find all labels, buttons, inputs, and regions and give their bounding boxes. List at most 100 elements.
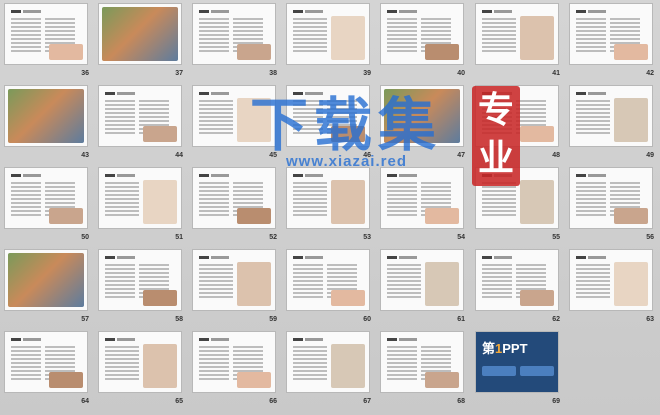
text-line xyxy=(293,362,327,364)
text-line xyxy=(421,22,451,24)
slide-thumbnail[interactable] xyxy=(381,250,463,310)
text-line xyxy=(576,280,610,282)
slide-illustration xyxy=(520,290,554,306)
text-line xyxy=(610,38,640,40)
slide-thumbnail[interactable] xyxy=(381,4,463,64)
text-line xyxy=(293,296,323,298)
text-line xyxy=(516,108,546,110)
text-line xyxy=(576,18,606,20)
text-line xyxy=(233,202,263,204)
slide-thumbnail[interactable] xyxy=(193,332,275,392)
text-line xyxy=(610,182,640,184)
slide-thumbnail[interactable] xyxy=(5,86,87,146)
text-line xyxy=(139,116,169,118)
text-line xyxy=(293,198,327,200)
text-line xyxy=(576,296,610,298)
slide-thumbnail[interactable] xyxy=(570,4,652,64)
slide-thumbnail[interactable] xyxy=(287,250,369,310)
slide-thumbnail[interactable] xyxy=(99,4,181,64)
text-line xyxy=(421,202,451,204)
text-line xyxy=(516,272,546,274)
text-line xyxy=(199,194,229,196)
text-line xyxy=(576,202,606,204)
text-line xyxy=(199,366,229,368)
text-line xyxy=(233,354,263,356)
slide-thumbnail[interactable] xyxy=(193,4,275,64)
slide-thumbnail[interactable] xyxy=(5,332,87,392)
text-line xyxy=(45,354,75,356)
text-line xyxy=(199,18,229,20)
text-line xyxy=(576,50,606,52)
slide-thumbnail[interactable] xyxy=(381,332,463,392)
text-line xyxy=(11,202,41,204)
text-line xyxy=(45,362,75,364)
text-line xyxy=(482,50,516,52)
text-line xyxy=(105,198,139,200)
slide-illustration xyxy=(331,290,365,306)
text-line xyxy=(421,26,451,28)
slide-thumbnail[interactable] xyxy=(99,168,181,228)
slide-thumbnail[interactable] xyxy=(570,168,652,228)
text-line xyxy=(293,26,327,28)
text-line xyxy=(293,190,327,192)
text-line xyxy=(293,30,327,32)
slide-sorter-grid: 36 37 38 39 40 41 42 43 44 45 46 47 48 49 50 51 52 53 54 55… xyxy=(0,0,660,415)
slide-thumbnail[interactable] xyxy=(287,332,369,392)
text-line xyxy=(11,346,41,348)
slide-heading xyxy=(199,10,233,13)
slide-thumbnail[interactable] xyxy=(476,250,558,310)
slide-thumbnail[interactable] xyxy=(99,86,181,146)
slide-number: 49 xyxy=(646,152,654,159)
slide-thumbnail[interactable] xyxy=(5,168,87,228)
text-line xyxy=(387,362,417,364)
text-line xyxy=(482,194,516,196)
slide-thumbnail[interactable] xyxy=(287,168,369,228)
slide-thumbnail[interactable]: 第1PPT xyxy=(476,332,558,392)
text-line xyxy=(293,202,327,204)
text-line xyxy=(105,194,139,196)
slide-thumbnail[interactable] xyxy=(193,250,275,310)
slide-illustration xyxy=(143,126,177,142)
slide-thumbnail[interactable] xyxy=(476,4,558,64)
text-line xyxy=(576,206,606,208)
text-line xyxy=(327,264,357,266)
slide-thumbnail[interactable] xyxy=(193,168,275,228)
text-line xyxy=(11,370,41,372)
slide-illustration xyxy=(143,180,177,224)
slide-thumbnail[interactable] xyxy=(287,4,369,64)
slide-thumbnail[interactable] xyxy=(5,4,87,64)
text-line xyxy=(387,186,417,188)
text-line xyxy=(233,190,263,192)
slide-thumbnail[interactable] xyxy=(99,332,181,392)
text-line xyxy=(293,18,327,20)
text-line xyxy=(482,276,512,278)
text-line xyxy=(610,30,640,32)
text-line xyxy=(327,276,357,278)
text-line xyxy=(199,22,229,24)
text-line xyxy=(105,296,135,298)
text-line xyxy=(233,38,263,40)
slide-number: 43 xyxy=(81,152,89,159)
text-line xyxy=(105,358,139,360)
text-line xyxy=(139,112,169,114)
text-line xyxy=(105,292,135,294)
slide-thumbnail[interactable] xyxy=(570,86,652,146)
text-line xyxy=(233,26,263,28)
slide-illustration xyxy=(520,16,554,60)
text-line xyxy=(105,350,139,352)
slide-thumbnail[interactable] xyxy=(381,168,463,228)
slide-heading xyxy=(576,10,610,13)
slide-number: 38 xyxy=(269,70,277,77)
slide-thumbnail[interactable] xyxy=(570,250,652,310)
text-line xyxy=(199,46,229,48)
text-line xyxy=(293,34,327,36)
text-line xyxy=(105,378,139,380)
text-line xyxy=(576,210,606,212)
slide-number: 36 xyxy=(81,70,89,77)
text-line xyxy=(387,42,417,44)
text-line xyxy=(233,34,263,36)
text-line xyxy=(139,104,169,106)
slide-thumbnail[interactable] xyxy=(99,250,181,310)
text-line xyxy=(199,354,229,356)
slide-thumbnail[interactable] xyxy=(5,250,87,310)
